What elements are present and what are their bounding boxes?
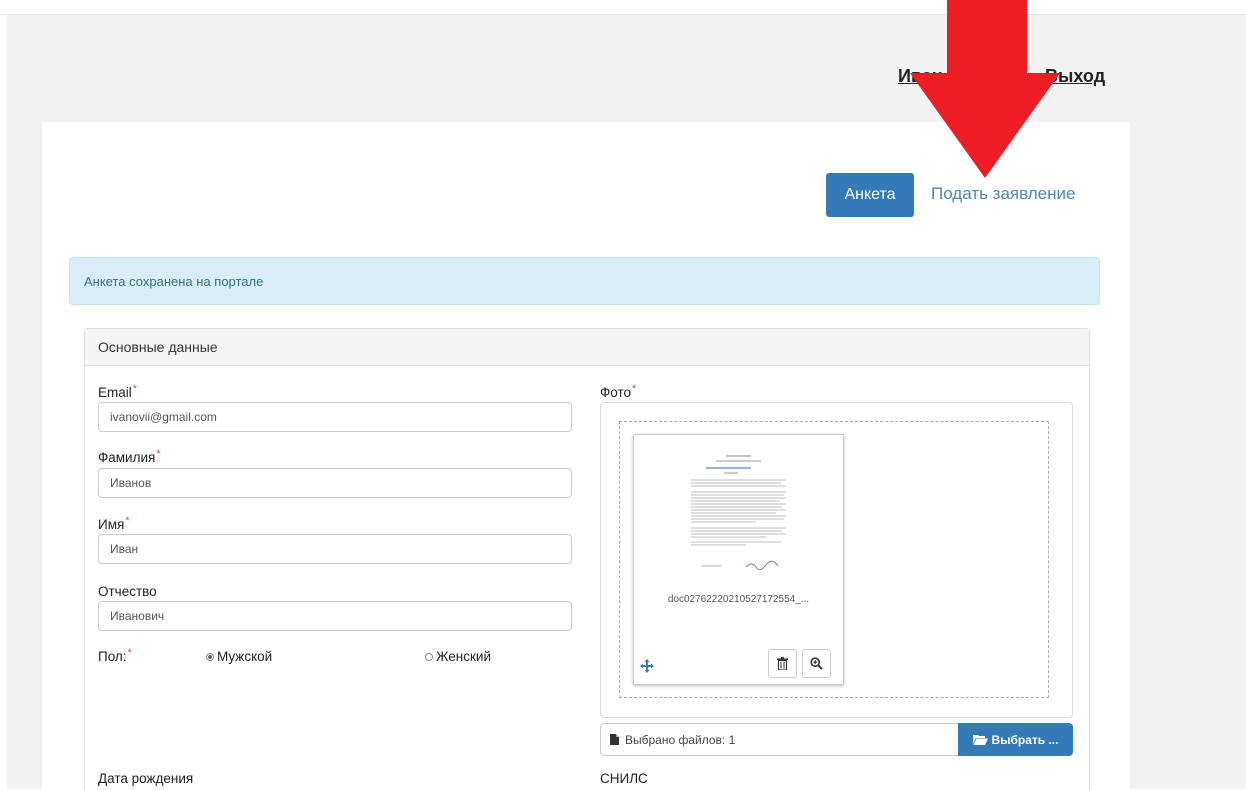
photo-file-name: doc02762220210527172554_...	[667, 594, 810, 605]
choose-file-button[interactable]: Выбрать ...	[958, 723, 1073, 756]
saved-alert: Анкета сохранена на портале	[69, 257, 1100, 305]
lastname-label: Фамилия*	[98, 448, 161, 465]
gender-label: Пол:*	[98, 647, 132, 664]
snils-label-text: СНИЛС	[600, 771, 648, 786]
birthdate-label: Дата рождения	[98, 771, 193, 786]
document-preview-image	[676, 446, 801, 586]
birthdate-label-text: Дата рождения	[98, 771, 194, 786]
zoom-in-icon	[810, 657, 823, 670]
required-mark: *	[156, 448, 161, 460]
firstname-label-text: Имя	[98, 517, 125, 532]
gender-female-radio[interactable]: Женский	[425, 649, 491, 664]
trash-icon	[777, 657, 788, 670]
panel-heading: Основные данные	[85, 329, 1089, 366]
lastname-field[interactable]	[98, 468, 572, 498]
patronymic-label: Отчество	[98, 584, 157, 599]
file-icon	[610, 734, 619, 745]
firstname-field[interactable]	[98, 534, 572, 564]
gender-male-radio[interactable]: Мужской	[206, 649, 272, 664]
anketa-tab-button[interactable]: Анкета	[826, 173, 914, 217]
delete-photo-button[interactable]	[768, 649, 797, 678]
required-mark: *	[125, 515, 130, 527]
email-label-text: Email	[98, 385, 132, 400]
gender-label-text: Пол:	[98, 649, 127, 664]
submit-application-link[interactable]: Подать заявление	[931, 184, 1075, 204]
zoom-photo-button[interactable]	[802, 649, 831, 678]
email-label: Email*	[98, 383, 138, 400]
radio-unchecked-icon[interactable]	[425, 652, 433, 661]
logout-link[interactable]: Выход	[1045, 66, 1105, 87]
patronymic-field[interactable]	[98, 601, 572, 631]
patronymic-label-text: Отчество	[98, 584, 157, 599]
photo-label: Фото*	[600, 383, 637, 400]
file-input-group: Выбрано файлов: 1 Выбрать ...	[600, 723, 1073, 756]
choose-file-label: Выбрать ...	[991, 732, 1059, 747]
move-icon[interactable]	[639, 658, 655, 674]
required-mark: *	[132, 383, 138, 395]
file-caption: Выбрано файлов: 1	[600, 723, 958, 756]
user-name-link[interactable]: Иван	[898, 66, 943, 87]
snils-label: СНИЛС	[600, 771, 648, 786]
required-mark: *	[127, 647, 132, 659]
firstname-label: Имя*	[98, 515, 130, 532]
folder-open-icon	[972, 735, 988, 745]
email-field[interactable]	[98, 402, 572, 432]
panel-title: Основные данные	[98, 339, 218, 355]
alert-message: Анкета сохранена на портале	[84, 273, 264, 289]
gender-female-label: Женский	[436, 649, 492, 664]
lastname-label-text: Фамилия	[98, 450, 156, 465]
radio-checked-icon[interactable]	[206, 652, 214, 661]
required-mark: *	[632, 383, 637, 395]
gender-male-label: Мужской	[217, 649, 273, 664]
photo-label-text: Фото	[600, 385, 632, 400]
top-divider	[0, 14, 1246, 15]
files-selected-text: Выбрано файлов: 1	[625, 732, 736, 747]
